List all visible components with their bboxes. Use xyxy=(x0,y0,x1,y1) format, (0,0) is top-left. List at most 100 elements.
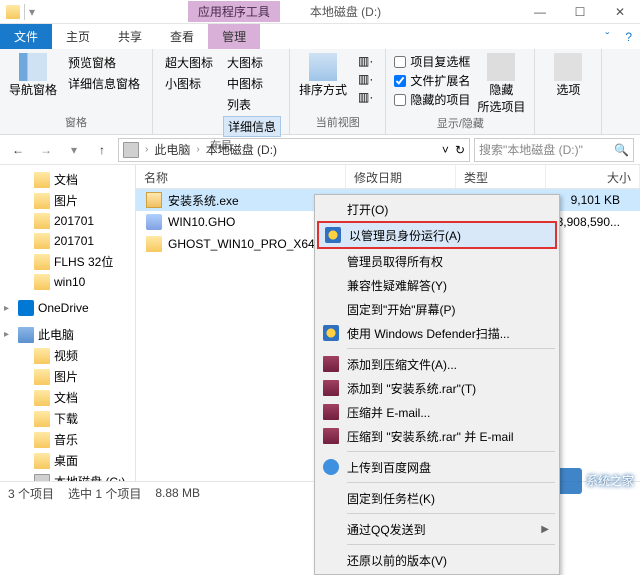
back-button[interactable]: ← xyxy=(6,138,30,162)
hide-selected-button[interactable]: 隐藏 所选项目 xyxy=(476,53,526,115)
window-title: 本地磁盘 (D:) xyxy=(310,3,381,20)
sort-button[interactable]: 排序方式 xyxy=(298,53,348,98)
folder-icon xyxy=(34,172,50,188)
menu-item-label: 兼容性疑难解答(Y) xyxy=(347,277,447,294)
folder-icon xyxy=(6,5,20,19)
tab-share[interactable]: 共享 xyxy=(104,24,156,49)
menu-item-label: 通过QQ发送到 xyxy=(347,521,426,538)
folder-icon xyxy=(34,213,50,229)
help-icon[interactable]: ? xyxy=(617,30,640,44)
view-col3[interactable]: ▥· xyxy=(354,89,377,105)
submenu-arrow-icon: ▶ xyxy=(541,524,549,535)
menu-separator xyxy=(347,544,555,545)
tab-view[interactable]: 查看 xyxy=(156,24,208,49)
menu-item[interactable]: 添加到 "安装系统.rar"(T) xyxy=(317,376,557,400)
qat-dropdown-icon[interactable]: ▾ xyxy=(29,5,43,19)
nav-pane-button[interactable]: 导航窗格 xyxy=(8,53,58,98)
minimize-button[interactable]: — xyxy=(520,0,560,24)
menu-item[interactable]: 打开(O) xyxy=(317,197,557,221)
rar-icon xyxy=(323,404,339,420)
nav-tree[interactable]: 文档图片201701201701FLHS 32位win10▸OneDrive▸此… xyxy=(0,165,136,481)
menu-item[interactable]: 压缩并 E-mail... xyxy=(317,400,557,424)
extensions-toggle[interactable]: 文件扩展名 xyxy=(394,72,470,89)
dropdown-icon[interactable]: ˅ xyxy=(442,143,449,157)
tree-item[interactable]: 图片 xyxy=(0,190,135,211)
up-button[interactable]: ↑ xyxy=(90,138,114,162)
tab-file[interactable]: 文件 xyxy=(0,24,52,49)
col-type[interactable]: 类型 xyxy=(456,165,546,188)
chevron-right-icon[interactable]: › xyxy=(196,144,199,155)
menu-item[interactable]: 通过QQ发送到 ▶ xyxy=(317,517,557,541)
tree-item[interactable]: ▸OneDrive xyxy=(0,298,135,318)
tree-item[interactable]: win10 xyxy=(0,272,135,292)
shield-icon xyxy=(325,227,341,243)
crumb-pc[interactable]: 此电脑 xyxy=(154,141,190,158)
chevron-right-icon[interactable]: › xyxy=(145,144,148,155)
preview-pane-button[interactable]: 预览窗格 xyxy=(64,53,144,72)
col-name[interactable]: 名称 xyxy=(136,165,346,188)
group-label-view: 当前视图 xyxy=(298,114,377,130)
expand-icon[interactable]: ▸ xyxy=(4,329,14,340)
forward-button[interactable]: → xyxy=(34,138,58,162)
layout-small[interactable]: 小图标 xyxy=(161,74,217,93)
menu-item[interactable]: 压缩到 "安装系统.rar" 并 E-mail xyxy=(317,424,557,448)
tree-item[interactable]: 视频 xyxy=(0,345,135,366)
options-button[interactable]: 选项 xyxy=(543,53,593,98)
checkboxes-toggle[interactable]: 项目复选框 xyxy=(394,53,470,70)
layout-xlarge[interactable]: 超大图标 xyxy=(161,53,217,72)
tree-item[interactable]: 文档 xyxy=(0,387,135,408)
close-button[interactable]: ✕ xyxy=(600,0,640,24)
menu-item[interactable]: 兼容性疑难解答(Y) xyxy=(317,273,557,297)
layout-details[interactable]: 详细信息 xyxy=(223,116,281,137)
tab-home[interactable]: 主页 xyxy=(52,24,104,49)
tree-item[interactable]: FLHS 32位 xyxy=(0,251,135,272)
tree-item[interactable]: ▸此电脑 xyxy=(0,324,135,345)
tab-manage[interactable]: 管理 xyxy=(208,24,260,49)
layout-medium[interactable]: 中图标 xyxy=(223,74,281,93)
col-date[interactable]: 修改日期 xyxy=(346,165,456,188)
expand-icon[interactable]: ▸ xyxy=(4,303,14,314)
maximize-button[interactable]: ☐ xyxy=(560,0,600,24)
layout-large[interactable]: 大图标 xyxy=(223,53,281,72)
search-input[interactable]: 搜索"本地磁盘 (D:)" 🔍 xyxy=(474,138,634,162)
hidden-items-toggle[interactable]: 隐藏的项目 xyxy=(394,91,470,108)
tree-item[interactable]: 图片 xyxy=(0,366,135,387)
menu-item[interactable]: 管理员取得所有权 xyxy=(317,249,557,273)
tree-item[interactable]: 音乐 xyxy=(0,429,135,450)
folder-icon xyxy=(34,369,50,385)
col-size[interactable]: 大小 xyxy=(546,165,640,188)
tree-item[interactable]: 下载 xyxy=(0,408,135,429)
menu-item[interactable]: 添加到压缩文件(A)... xyxy=(317,352,557,376)
tree-item[interactable]: 桌面 xyxy=(0,450,135,471)
refresh-icon[interactable]: ↻ xyxy=(455,143,465,157)
menu-item[interactable]: 使用 Windows Defender扫描... xyxy=(317,321,557,345)
crumb-drive[interactable]: 本地磁盘 (D:) xyxy=(206,141,277,158)
view-col1[interactable]: ▥· xyxy=(354,53,377,69)
view-col2[interactable]: ▥· xyxy=(354,71,377,87)
tree-item[interactable]: 201701 xyxy=(0,211,135,231)
menu-item-label: 管理员取得所有权 xyxy=(347,253,443,270)
menu-item[interactable]: 固定到"开始"屏幕(P) xyxy=(317,297,557,321)
cloud-icon xyxy=(323,459,339,475)
menu-item[interactable]: 固定到任务栏(K) xyxy=(317,486,557,510)
layout-list[interactable]: 列表 xyxy=(223,95,281,114)
tree-item[interactable]: 本地磁盘 (C:) xyxy=(0,471,135,481)
menu-separator xyxy=(347,482,555,483)
menu-item[interactable]: 以管理员身份运行(A) xyxy=(317,221,557,249)
ribbon-collapse-icon[interactable]: ˇ xyxy=(597,30,617,44)
details-pane-button[interactable]: 详细信息窗格 xyxy=(64,74,144,93)
ribbon-group-showhide: 项目复选框 文件扩展名 隐藏的项目 隐藏 所选项目 显示/隐藏 xyxy=(386,49,535,134)
recent-dropdown[interactable]: ▾ xyxy=(62,138,86,162)
search-icon: 🔍 xyxy=(614,143,629,157)
quick-access-toolbar: ▾ xyxy=(0,4,49,20)
breadcrumb[interactable]: › 此电脑 › 本地磁盘 (D:) ˅ ↻ xyxy=(118,138,470,162)
menu-item[interactable]: 还原以前的版本(V) xyxy=(317,548,557,572)
tree-item[interactable]: 文档 xyxy=(0,169,135,190)
rar-icon xyxy=(323,380,339,396)
menu-item[interactable]: 上传到百度网盘 xyxy=(317,455,557,479)
status-size: 8.88 MB xyxy=(155,486,200,500)
shield-icon xyxy=(323,325,339,341)
tree-item[interactable]: 201701 xyxy=(0,231,135,251)
folder-icon xyxy=(34,193,50,209)
gho-icon xyxy=(146,214,162,230)
